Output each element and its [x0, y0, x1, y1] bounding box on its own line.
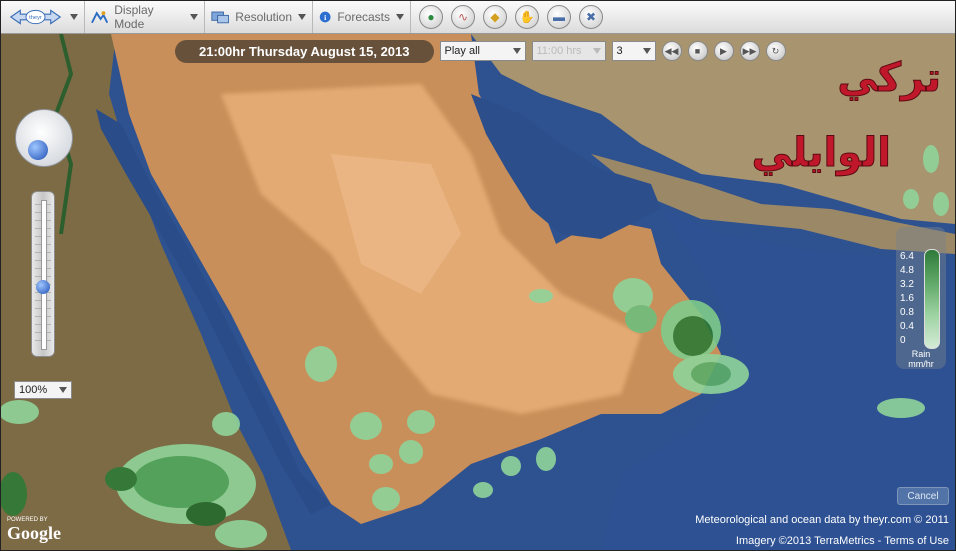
tool-buttons: ● ∿ ◆ ✋ ▬ ✖	[411, 1, 609, 33]
legend-label: 4.8	[900, 265, 914, 276]
chevron-down-icon	[592, 48, 601, 54]
theyr-logo-icon: theyr	[9, 9, 62, 25]
legend-label: 3.2	[900, 279, 914, 290]
zoom-level-value: 100%	[19, 384, 48, 396]
zoom-level-select[interactable]: 100%	[14, 381, 72, 399]
watermark-line2: الوايلي	[752, 130, 891, 176]
legend-label: 0.8	[900, 307, 914, 318]
play-mode-value: Play all	[444, 45, 480, 57]
zoom-handle[interactable]	[36, 280, 50, 294]
resolution-label: Resolution	[235, 10, 292, 24]
data-credit: Meteorological and ocean data by theyr.c…	[695, 514, 949, 526]
forecasts-label: Forecasts	[337, 10, 390, 24]
display-mode-menu[interactable]: Display Mode	[85, 1, 205, 33]
info-icon: i	[319, 11, 331, 23]
close-icon[interactable]: ✖	[579, 5, 603, 29]
zoom-track	[41, 200, 47, 350]
cancel-button[interactable]: Cancel	[897, 487, 949, 505]
resolution-icon	[211, 11, 229, 24]
zoom-slider[interactable]	[31, 191, 55, 357]
chevron-down-icon	[396, 14, 404, 20]
pan-control[interactable]	[15, 109, 73, 167]
arabic-signature-watermark: تركي الوايلي	[751, 55, 941, 177]
chevron-down-icon	[70, 14, 78, 20]
toolbar: theyr Display Mode Resolution i Forecast…	[1, 1, 955, 34]
step-select[interactable]: 3	[611, 41, 656, 61]
hour-select[interactable]: 11:00 hrs	[531, 41, 606, 61]
pan-handle[interactable]	[28, 140, 48, 160]
hand-icon[interactable]: ✋	[515, 5, 539, 29]
legend-label: 6.4	[900, 251, 914, 262]
chevron-down-icon	[190, 14, 198, 20]
time-label: 21:00hr Thursday August 15, 2013	[175, 39, 434, 63]
play-mode-select[interactable]: Play all	[439, 41, 526, 61]
forecasts-menu[interactable]: i Forecasts	[313, 1, 411, 33]
legend-unit-measure: mm/hr	[908, 359, 934, 369]
logo-text: theyr	[29, 15, 42, 21]
rain-legend: 6.4 4.8 3.2 1.6 0.8 0.4 0 Rain mm/hr	[896, 227, 946, 369]
tag-icon[interactable]: ◆	[483, 5, 507, 29]
flag-icon[interactable]: ▬	[547, 5, 571, 29]
chevron-down-icon	[298, 14, 306, 20]
chevron-down-icon	[59, 387, 67, 393]
resolution-menu[interactable]: Resolution	[205, 1, 313, 33]
display-mode-icon	[91, 11, 109, 24]
legend-unit-name: Rain	[911, 349, 931, 359]
legend-gradient	[924, 249, 940, 349]
hour-value: 11:00 hrs	[536, 45, 582, 57]
rewind-icon[interactable]: ◀◀	[661, 41, 682, 61]
chevron-down-icon	[642, 48, 651, 54]
display-mode-label: Display Mode	[114, 3, 154, 31]
legend-label: 0	[900, 335, 906, 346]
watermark-line1: تركي	[837, 55, 941, 101]
legend-unit: Rain mm/hr	[896, 349, 946, 369]
google-wordmark: Google	[7, 523, 61, 543]
globe-icon[interactable]: ●	[419, 5, 443, 29]
logo-menu[interactable]: theyr	[1, 1, 85, 33]
google-logo[interactable]: POWERED BY Google	[7, 517, 61, 544]
step-value: 3	[616, 45, 623, 57]
legend-label: 1.6	[900, 293, 914, 304]
legend-label: 0.4	[900, 321, 914, 332]
app-window: theyr Display Mode Resolution i Forecast…	[0, 0, 956, 551]
imagery-credit[interactable]: Imagery ©2013 TerraMetrics - Terms of Us…	[736, 535, 949, 547]
wave-icon[interactable]: ∿	[451, 5, 475, 29]
chevron-down-icon	[512, 48, 521, 54]
